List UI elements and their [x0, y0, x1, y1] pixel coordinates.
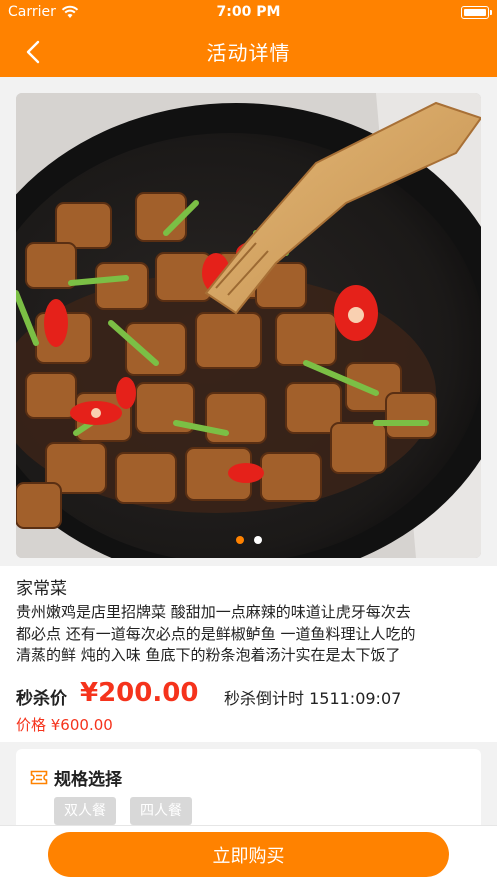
ticket-icon — [30, 770, 48, 785]
product-description: 贵州嫩鸡是店里招牌菜 酸甜加一点麻辣的味道让虎牙每次去 都必点 还有一道每次必点… — [16, 602, 480, 667]
description-line: 都必点 还有一道每次必点的是鲜椒鲈鱼 一道鱼料理让人吃的 — [16, 624, 416, 643]
nav-bar: 活动详情 — [0, 26, 497, 77]
description-line: 清蒸的鲜 炖的入味 鱼底下的粉条泡着汤汁实在是太下饭了 — [16, 646, 401, 664]
flash-sale-price: ¥200.00 — [80, 678, 199, 708]
carousel-dot[interactable] — [235, 536, 244, 544]
spec-title: 规格选择 — [54, 770, 122, 790]
bottom-bar: 立即购买 — [0, 825, 497, 883]
spec-options: 双人餐 四人餐 — [54, 797, 192, 825]
dish-photo — [16, 93, 481, 558]
product-info: 家常菜 贵州嫩鸡是店里招牌菜 酸甜加一点麻辣的味道让虎牙每次去 都必点 还有一道… — [0, 566, 497, 742]
status-bar: Carrier 7:00 PM — [0, 0, 497, 26]
flash-sale-countdown: 秒杀倒计时 1511:09:07 — [224, 689, 402, 708]
spec-option-two-person[interactable]: 双人餐 — [54, 797, 116, 825]
spec-title-row: 规格选择 — [30, 765, 122, 790]
product-image-carousel[interactable] — [16, 93, 481, 558]
battery-icon — [461, 6, 492, 19]
carousel-dot[interactable] — [253, 536, 262, 544]
original-price: 价格 ¥600.00 — [16, 716, 113, 734]
description-line: 贵州嫩鸡是店里招牌菜 酸甜加一点麻辣的味道让虎牙每次去 — [16, 603, 411, 621]
app-header: Carrier 7:00 PM 活动详情 — [0, 0, 497, 77]
flash-sale-label: 秒杀价 — [16, 689, 67, 709]
spec-option-four-person[interactable]: 四人餐 — [130, 797, 192, 825]
product-name: 家常菜 — [16, 579, 67, 599]
carousel-indicator — [16, 536, 481, 544]
status-time: 7:00 PM — [216, 4, 281, 20]
price-row: 秒杀价 ¥200.00 秒杀倒计时 1511:09:07 — [16, 678, 482, 710]
buy-now-button[interactable]: 立即购买 — [48, 832, 449, 877]
page-title: 活动详情 — [206, 41, 291, 65]
